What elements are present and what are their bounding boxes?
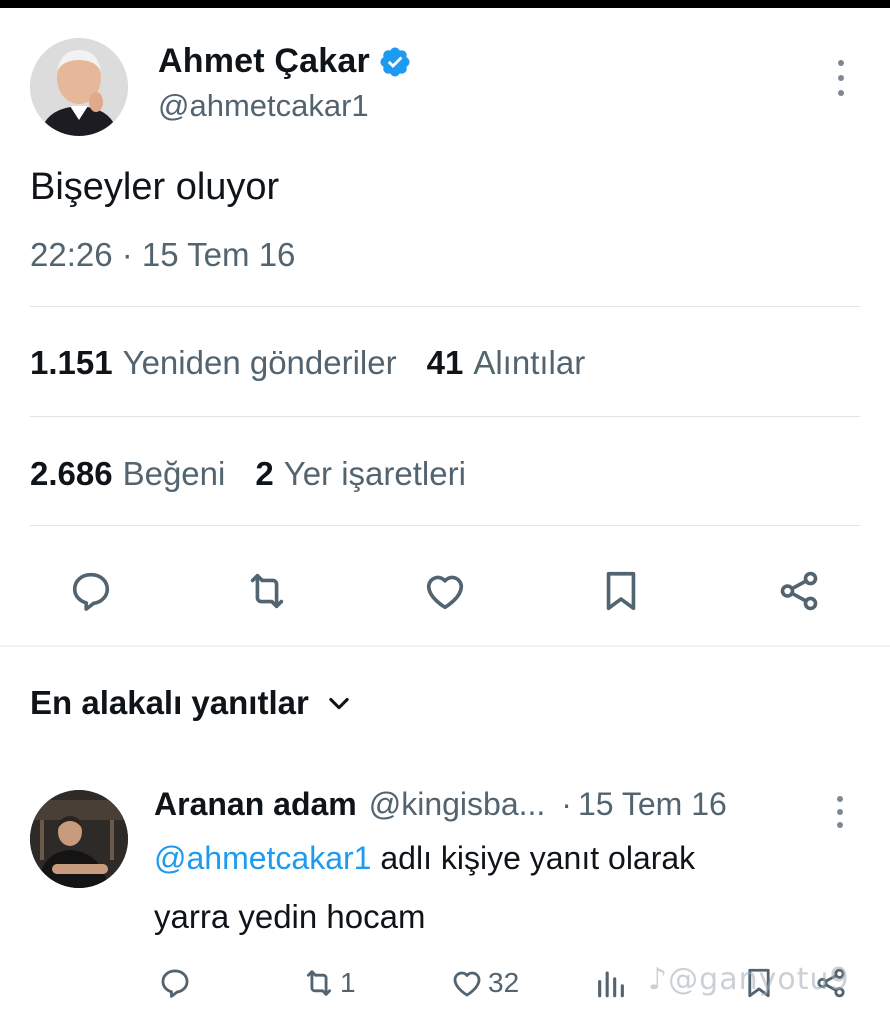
share-button[interactable]	[774, 566, 824, 616]
reply-like-button[interactable]: 32	[450, 966, 519, 1000]
avatar-image	[30, 38, 128, 136]
reply-header: Aranan adam @kingisba... · 15 Tem 16	[154, 786, 727, 823]
bookmark-button[interactable]	[596, 566, 646, 616]
reply-author-handle[interactable]: @kingisba...	[369, 786, 546, 823]
bookmarks-count[interactable]: 2	[255, 455, 273, 493]
like-icon	[426, 575, 464, 610]
replies-sort-dropdown[interactable]: En alakalı yanıtlar	[30, 684, 353, 722]
author-name-row: Ahmet Çakar	[158, 42, 412, 81]
reply-like-count: 32	[488, 967, 520, 998]
reply-date[interactable]: 15 Tem 16	[578, 786, 727, 823]
quotes-count[interactable]: 41	[427, 344, 464, 382]
like-button[interactable]	[420, 566, 470, 616]
likes-count[interactable]: 2.686	[30, 455, 113, 493]
author-avatar[interactable]	[30, 38, 128, 136]
reply-author-name[interactable]: Aranan adam	[154, 786, 357, 823]
reply-more-options-icon[interactable]	[828, 796, 852, 828]
reply-views-button[interactable]	[594, 966, 628, 1000]
divider	[30, 525, 860, 526]
stats-row-reposts: 1.151 Yeniden gönderiler 41 Alıntılar	[30, 344, 615, 382]
reply-button[interactable]	[66, 566, 116, 616]
replying-to-text: adlı kişiye yanıt olarak	[371, 840, 696, 876]
tweet-text: Bişeyler oluyor	[30, 166, 280, 208]
watermark-text: ♪@ganyotu9	[648, 962, 850, 997]
likes-label[interactable]: Beğeni	[123, 455, 226, 493]
divider	[30, 306, 860, 307]
reply-icon	[161, 969, 189, 998]
replying-to-mention[interactable]: @ahmetcakar1	[154, 840, 371, 876]
author-handle[interactable]: @ahmetcakar1	[158, 88, 369, 124]
repost-button[interactable]	[242, 566, 292, 616]
views-chart-icon	[598, 971, 624, 998]
more-options-icon[interactable]	[826, 58, 856, 98]
reply-text: yarra yedin hocam	[154, 898, 426, 935]
verified-badge-icon	[380, 46, 410, 77]
reply-repost-count: 1	[340, 967, 356, 998]
repost-icon	[250, 573, 284, 609]
reply-reply-button[interactable]	[158, 966, 192, 1000]
replying-to-line: @ahmetcakar1 adlı kişiye yanıt olarak	[154, 840, 695, 877]
reply-repost-button[interactable]: 1	[302, 966, 356, 1000]
replies-sort-label[interactable]: En alakalı yanıtlar	[30, 684, 309, 722]
quotes-label[interactable]: Alıntılar	[473, 344, 585, 382]
author-name[interactable]: Ahmet Çakar	[158, 42, 370, 81]
bookmarks-label[interactable]: Yer işaretleri	[284, 455, 466, 493]
reposts-label[interactable]: Yeniden gönderiler	[123, 344, 397, 382]
reposts-count[interactable]: 1.151	[30, 344, 113, 382]
divider	[30, 416, 860, 417]
chevron-down-icon[interactable]	[325, 689, 353, 717]
section-divider	[0, 645, 890, 647]
stats-row-likes: 2.686 Beğeni 2 Yer işaretleri	[30, 455, 496, 493]
repost-icon	[306, 970, 332, 996]
like-icon	[453, 971, 481, 997]
avatar-image	[30, 790, 128, 888]
reply-author-avatar[interactable]	[30, 790, 128, 888]
tweet-action-bar	[30, 560, 860, 620]
status-bar	[0, 0, 890, 8]
tweet-timestamp[interactable]: 22:26 · 15 Tem 16	[30, 236, 295, 274]
bookmark-icon	[606, 571, 636, 611]
share-icon	[780, 571, 818, 611]
separator-dot: ·	[561, 786, 572, 822]
reply-icon	[72, 572, 110, 611]
